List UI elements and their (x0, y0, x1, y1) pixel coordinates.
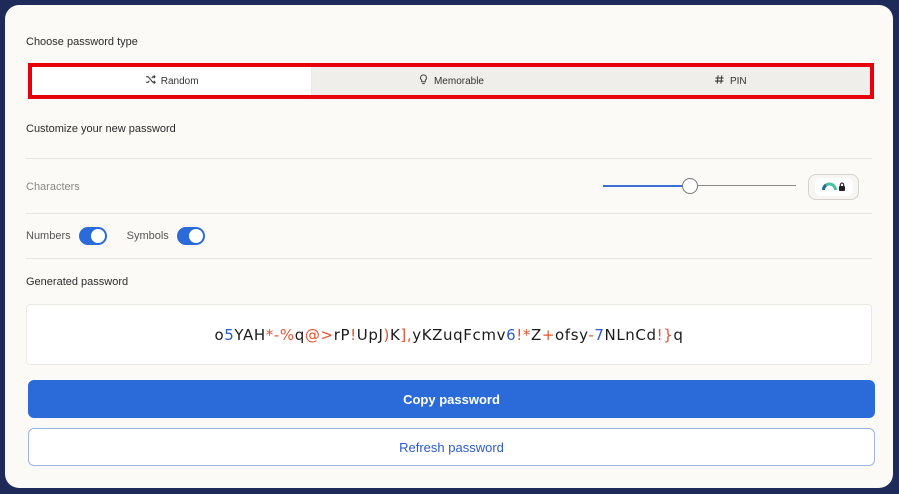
divider (26, 158, 872, 159)
shuffle-icon (145, 74, 156, 88)
generated-password-box: o5YAH*-%q@>rP!UpJ)K],yKZuqFcmv6!*Z+ofsy-… (26, 304, 872, 365)
customize-heading: Customize your new password (26, 123, 176, 135)
characters-label: Characters (26, 181, 80, 193)
hash-icon (714, 74, 725, 88)
numbers-label: Numbers (26, 230, 71, 242)
slider-track (690, 185, 796, 186)
password-generator-card: Choose password type Random Memorable PI… (5, 5, 893, 488)
symbols-label: Symbols (126, 230, 169, 242)
copy-password-button[interactable]: Copy password (28, 380, 875, 418)
password-type-tabs: Random Memorable PIN (28, 63, 874, 99)
tab-random-label: Random (160, 75, 199, 87)
strength-gauge-icon (821, 178, 837, 196)
tab-pin[interactable]: PIN (591, 67, 870, 95)
tab-memorable[interactable]: Memorable (311, 67, 590, 95)
generated-password-text[interactable]: o5YAH*-%q@>rP!UpJ)K],yKZuqFcmv6!*Z+ofsy-… (214, 326, 683, 344)
lightbulb-icon (418, 74, 429, 88)
numbers-toggle[interactable] (78, 227, 107, 245)
tab-pin-label: PIN (729, 75, 747, 87)
refresh-password-button[interactable]: Refresh password (28, 428, 875, 466)
slider-thumb[interactable] (682, 178, 698, 194)
divider (26, 258, 872, 259)
tab-random[interactable]: Random (32, 67, 312, 95)
slider-track-filled (603, 185, 690, 187)
tab-memorable-label: Memorable (433, 75, 484, 87)
divider (26, 213, 872, 214)
options-row: Numbers Symbols (26, 227, 225, 245)
generated-password-heading: Generated password (26, 276, 129, 288)
lock-icon (838, 178, 846, 196)
characters-slider[interactable] (603, 177, 796, 195)
password-type-heading: Choose password type (26, 36, 138, 48)
password-strength-indicator (808, 174, 859, 200)
symbols-toggle[interactable] (176, 227, 205, 245)
